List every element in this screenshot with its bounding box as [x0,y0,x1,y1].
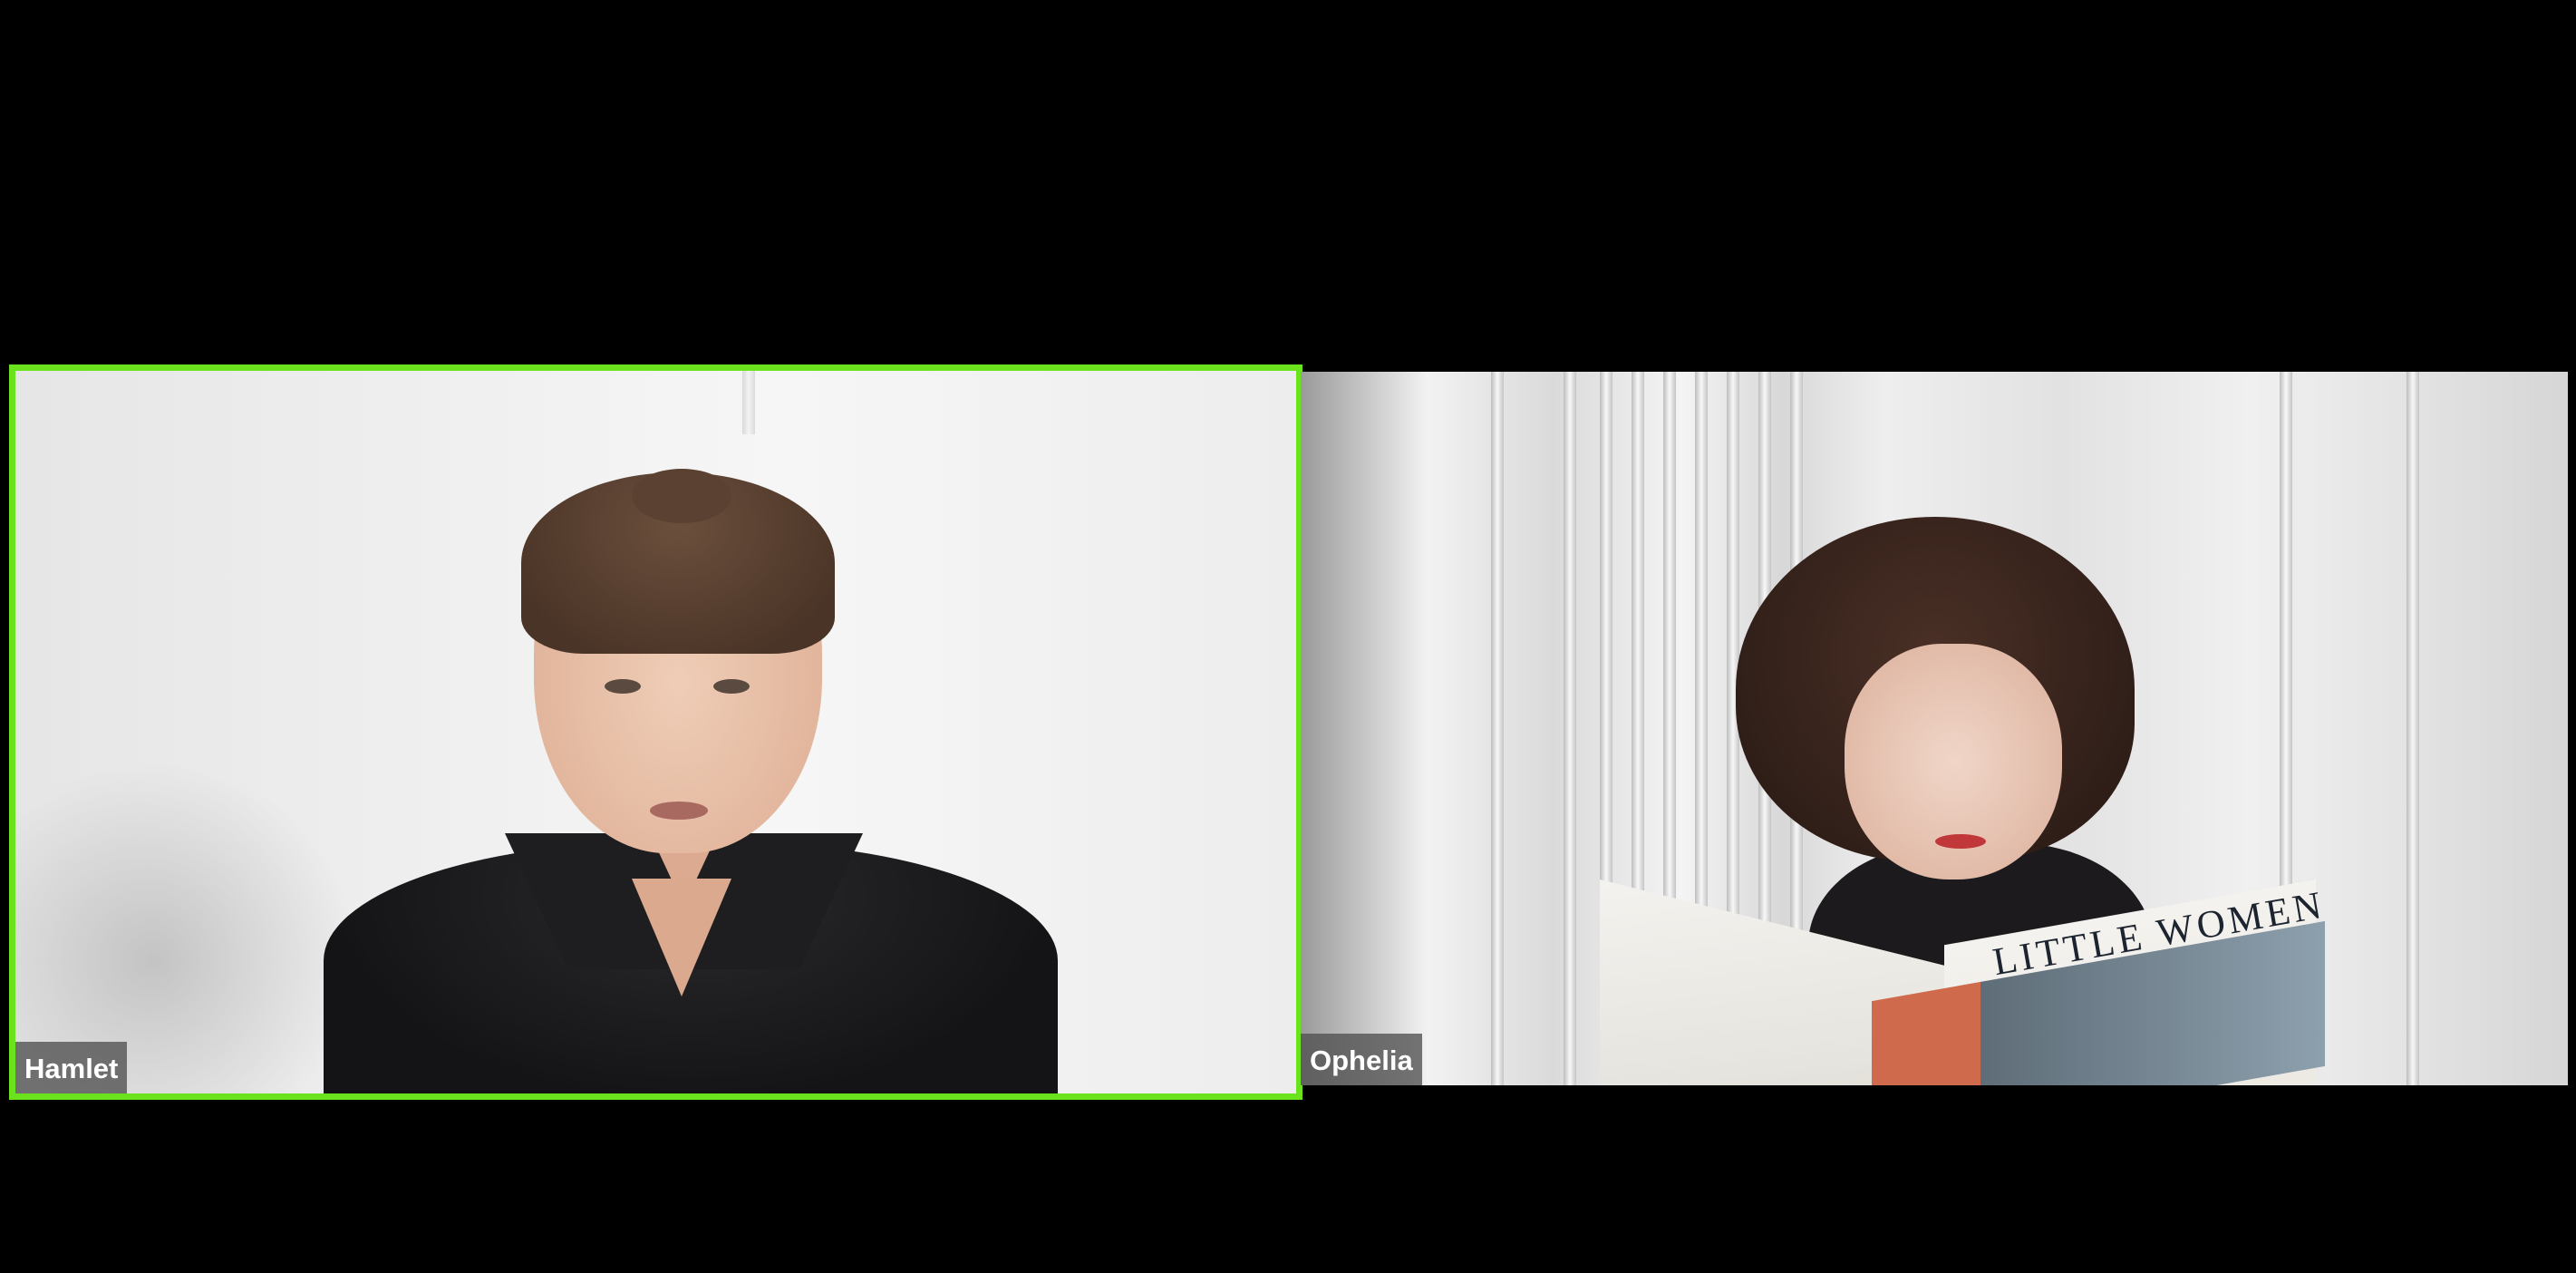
book: LITTLE WOMEN [1600,879,2329,1085]
participant-name-tag: Ophelia [1301,1034,1422,1085]
participant-name-tag: Hamlet [15,1042,128,1093]
wall-seam [742,371,755,434]
video-tile-ophelia[interactable]: LITTLE WOMEN Ophelia [1301,372,2568,1085]
video-tile-hamlet[interactable]: Hamlet [9,364,1303,1100]
cut-off-caption [118,0,571,7]
video-call-gallery: Hamlet LITTLE WOMEN Ophelia [0,0,2576,1273]
